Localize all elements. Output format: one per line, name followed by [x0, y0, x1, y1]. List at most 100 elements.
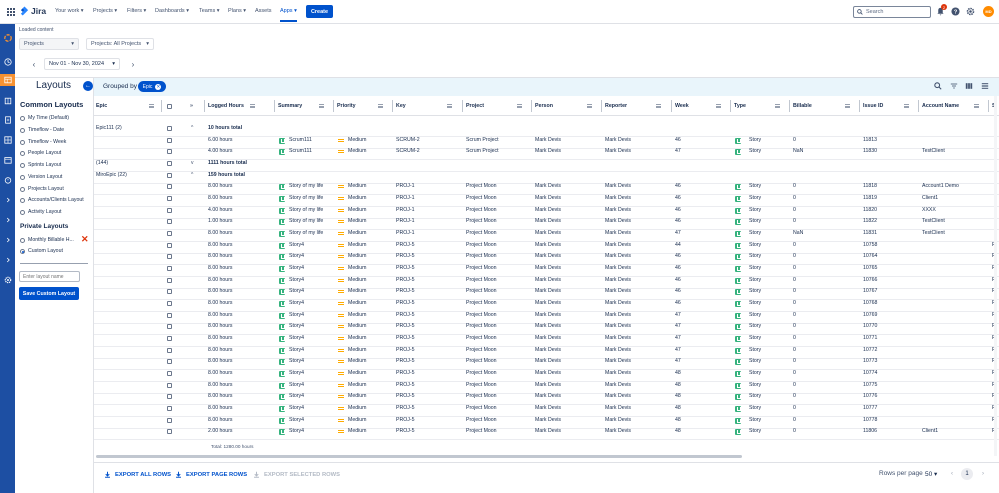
column-header-key[interactable]: Key: [396, 103, 406, 109]
column-menu-icon[interactable]: [250, 104, 255, 108]
summary-cell[interactable]: Story4: [289, 312, 304, 318]
row-checkbox[interactable]: [167, 383, 172, 388]
summary-cell[interactable]: Story of my life: [289, 207, 323, 213]
column-menu-icon[interactable]: [716, 104, 721, 108]
key-cell[interactable]: PROJ-5: [396, 382, 414, 388]
search-icon[interactable]: [934, 82, 942, 90]
next-page-button[interactable]: ›: [977, 468, 989, 480]
layout-option[interactable]: Sprints Layout: [20, 162, 61, 168]
nav-projects[interactable]: Projects ▾: [93, 8, 117, 14]
rail-timer-icon[interactable]: [0, 174, 15, 186]
previous-period-button[interactable]: ‹: [27, 58, 41, 70]
column-header-billable[interactable]: Billable: [793, 103, 812, 109]
column-header-summary[interactable]: Summary: [278, 103, 302, 109]
projects-select[interactable]: Projects ▾: [19, 38, 79, 50]
column-header-logged-hours[interactable]: Logged Hours: [208, 103, 244, 109]
column-separator[interactable]: [333, 100, 334, 112]
key-cell[interactable]: PROJ-1: [396, 195, 414, 201]
layout-option[interactable]: Version Layout: [20, 174, 62, 180]
row-checkbox[interactable]: [167, 149, 172, 154]
key-cell[interactable]: PROJ-5: [396, 277, 414, 283]
remove-group-icon[interactable]: ✕: [155, 83, 162, 90]
key-cell[interactable]: PROJ-5: [396, 428, 414, 434]
date-range-picker[interactable]: Nov 01 - Nov 30, 2024 ▾: [44, 58, 120, 70]
row-checkbox[interactable]: [167, 231, 172, 236]
rail-expand-chevron-icon[interactable]: [0, 194, 15, 206]
nav-apps[interactable]: Apps ▾: [280, 8, 297, 22]
radio-button[interactable]: [20, 115, 25, 121]
filter-icon[interactable]: [950, 82, 958, 90]
layout-name-input[interactable]: [19, 271, 80, 282]
collapse-panel-button[interactable]: ←: [83, 81, 93, 91]
summary-cell[interactable]: Story4: [289, 253, 304, 259]
key-cell[interactable]: PROJ-1: [396, 207, 414, 213]
row-checkbox[interactable]: [167, 243, 172, 248]
next-period-button[interactable]: ›: [126, 58, 140, 70]
key-cell[interactable]: PROJ-5: [396, 358, 414, 364]
row-checkbox[interactable]: [167, 138, 172, 143]
row-checkbox[interactable]: [167, 371, 172, 376]
column-separator[interactable]: [531, 100, 532, 112]
column-menu-icon[interactable]: [974, 104, 979, 108]
column-header-account-name[interactable]: Account Name: [922, 103, 959, 109]
summary-cell[interactable]: Story4: [289, 370, 304, 376]
rail-reports-icon[interactable]: [0, 74, 15, 86]
column-separator[interactable]: [161, 100, 162, 112]
summary-cell[interactable]: Story4: [289, 417, 304, 423]
expand-group-icon[interactable]: v: [191, 160, 194, 166]
nav-plans[interactable]: Plans ▾: [228, 8, 246, 14]
column-header-week[interactable]: Week: [675, 103, 689, 109]
column-menu-icon[interactable]: [845, 104, 850, 108]
layout-option[interactable]: Timeflow - Week: [20, 139, 66, 145]
summary-cell[interactable]: Story4: [289, 382, 304, 388]
layout-option[interactable]: Monthly Billable H...: [20, 237, 74, 243]
radio-button[interactable]: [20, 150, 25, 156]
column-menu-icon[interactable]: [904, 104, 909, 108]
radio-button[interactable]: [20, 174, 25, 180]
key-cell[interactable]: PROJ-5: [396, 323, 414, 329]
export-page-rows-button[interactable]: EXPORT PAGE ROWS: [175, 471, 247, 478]
row-checkbox[interactable]: [167, 336, 172, 341]
column-header-person[interactable]: Person: [535, 103, 553, 109]
row-checkbox[interactable]: [167, 161, 172, 166]
summary-cell[interactable]: Story of my life: [289, 230, 323, 236]
collapse-group-icon[interactable]: ^: [191, 172, 193, 178]
key-cell[interactable]: PROJ-5: [396, 253, 414, 259]
radio-button-selected[interactable]: [20, 248, 25, 254]
settings-gear-icon[interactable]: [966, 7, 975, 16]
rail-expand-chevron-icon[interactable]: [0, 254, 15, 266]
column-separator[interactable]: [601, 100, 602, 112]
app-switcher-icon[interactable]: [7, 8, 15, 16]
column-header-priority[interactable]: Priority: [337, 103, 356, 109]
row-checkbox[interactable]: [167, 196, 172, 201]
vertical-scrollbar[interactable]: [994, 96, 997, 456]
summary-cell[interactable]: Story4: [289, 335, 304, 341]
layout-option[interactable]: Projects Layout: [20, 186, 64, 192]
projects-filter-select[interactable]: Projects: All Projects ▾: [86, 38, 154, 50]
search-input[interactable]: Search: [853, 6, 931, 18]
column-menu-icon[interactable]: [378, 104, 383, 108]
key-cell[interactable]: PROJ-5: [396, 347, 414, 353]
summary-cell[interactable]: Story of my life: [289, 218, 323, 224]
key-cell[interactable]: PROJ-5: [396, 370, 414, 376]
rail-app-logo-icon[interactable]: [0, 32, 15, 44]
layout-option[interactable]: Accounts/Clients Layout: [20, 197, 84, 203]
rail-calendar-icon[interactable]: [0, 154, 15, 166]
column-separator[interactable]: [671, 100, 672, 112]
density-icon[interactable]: [981, 82, 989, 90]
columns-icon[interactable]: [965, 82, 973, 90]
row-checkbox[interactable]: [167, 184, 172, 189]
rail-expand-chevron-icon[interactable]: [0, 214, 15, 226]
radio-button[interactable]: [20, 186, 25, 192]
row-checkbox[interactable]: [167, 394, 172, 399]
key-cell[interactable]: PROJ-5: [396, 300, 414, 306]
key-cell[interactable]: PROJ-5: [396, 312, 414, 318]
radio-button[interactable]: [20, 127, 25, 133]
export-all-rows-button[interactable]: EXPORT ALL ROWS: [104, 471, 171, 478]
user-avatar[interactable]: MD: [983, 6, 994, 17]
horizontal-scrollbar[interactable]: [96, 455, 742, 458]
summary-cell[interactable]: Story4: [289, 277, 304, 283]
row-checkbox[interactable]: [167, 289, 172, 294]
rail-document-icon[interactable]: [0, 114, 15, 126]
row-checkbox[interactable]: [167, 313, 172, 318]
